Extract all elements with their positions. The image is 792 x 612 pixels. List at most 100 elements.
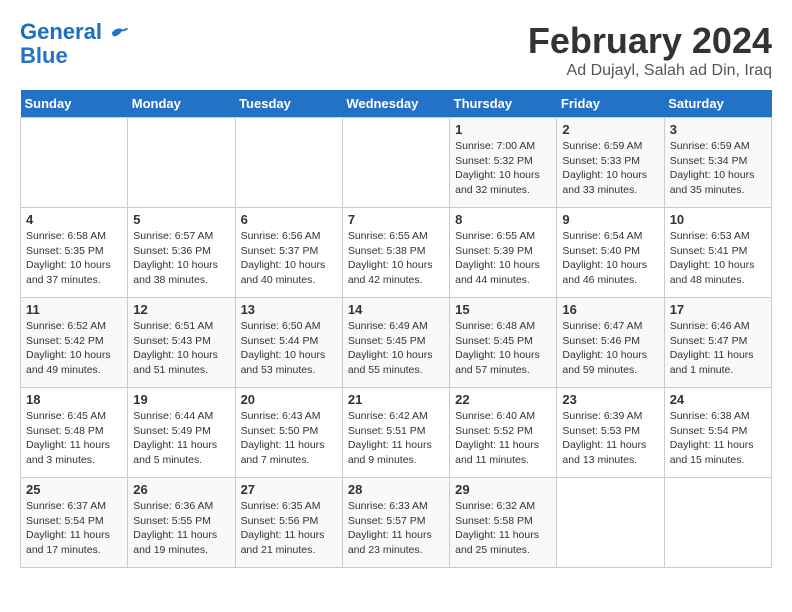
calendar-cell-w1-d5: 1 Sunrise: 7:00 AM Sunset: 5:32 PM Daylig… — [450, 118, 557, 208]
day-number: 9 — [562, 212, 658, 227]
weekday-header-tuesday: Tuesday — [235, 90, 342, 118]
calendar-cell-w5-d5: 29 Sunrise: 6:32 AM Sunset: 5:58 PM Dayli… — [450, 478, 557, 568]
day-number: 12 — [133, 302, 229, 317]
weekday-header-thursday: Thursday — [450, 90, 557, 118]
day-number: 27 — [241, 482, 337, 497]
day-number: 2 — [562, 122, 658, 137]
calendar-cell-w1-d1 — [21, 118, 128, 208]
calendar-week-3: 11 Sunrise: 6:52 AM Sunset: 5:42 PM Dayli… — [21, 298, 772, 388]
calendar-cell-w5-d2: 26Sunrise: 6:36 AM Sunset: 5:55 PM Dayli… — [128, 478, 235, 568]
day-info: Sunrise: 6:50 AM Sunset: 5:44 PM Dayligh… — [241, 319, 337, 378]
calendar-body: 1 Sunrise: 7:00 AM Sunset: 5:32 PM Daylig… — [21, 118, 772, 568]
calendar-cell-w4-d1: 18 Sunrise: 6:45 AM Sunset: 5:48 PM Dayli… — [21, 388, 128, 478]
calendar-week-4: 18 Sunrise: 6:45 AM Sunset: 5:48 PM Dayli… — [21, 388, 772, 478]
weekday-header-friday: Friday — [557, 90, 664, 118]
day-number: 23 — [562, 392, 658, 407]
day-info: Sunrise: 6:56 AM Sunset: 5:37 PM Dayligh… — [241, 229, 337, 288]
day-info: Sunrise: 6:37 AM Sunset: 5:54 PM Dayligh… — [26, 499, 122, 558]
day-info: Sunrise: 6:49 AM Sunset: 5:45 PM Dayligh… — [348, 319, 444, 378]
calendar-cell-w5-d3: 27Sunrise: 6:35 AM Sunset: 5:56 PM Dayli… — [235, 478, 342, 568]
day-info: Sunrise: 6:48 AM Sunset: 5:45 PM Dayligh… — [455, 319, 551, 378]
calendar-cell-w5-d7 — [664, 478, 771, 568]
day-info: Sunrise: 6:52 AM Sunset: 5:42 PM Dayligh… — [26, 319, 122, 378]
calendar-cell-w4-d4: 21 Sunrise: 6:42 AM Sunset: 5:51 PM Dayli… — [342, 388, 449, 478]
day-info: Sunrise: 6:53 AM Sunset: 5:41 PM Dayligh… — [670, 229, 766, 288]
calendar-cell-w4-d5: 22Sunrise: 6:40 AM Sunset: 5:52 PM Dayli… — [450, 388, 557, 478]
day-number: 20 — [241, 392, 337, 407]
day-number: 13 — [241, 302, 337, 317]
calendar-cell-w3-d7: 17Sunrise: 6:46 AM Sunset: 5:47 PM Dayli… — [664, 298, 771, 388]
day-number: 16 — [562, 302, 658, 317]
day-info: Sunrise: 6:59 AM Sunset: 5:33 PM Dayligh… — [562, 139, 658, 198]
title-block: February 2024 Ad Dujayl, Salah ad Din, I… — [528, 20, 772, 80]
day-info: Sunrise: 6:36 AM Sunset: 5:55 PM Dayligh… — [133, 499, 229, 558]
day-info: Sunrise: 6:39 AM Sunset: 5:53 PM Dayligh… — [562, 409, 658, 468]
day-number: 18 — [26, 392, 122, 407]
calendar-cell-w3-d1: 11 Sunrise: 6:52 AM Sunset: 5:42 PM Dayli… — [21, 298, 128, 388]
day-info: Sunrise: 6:45 AM Sunset: 5:48 PM Dayligh… — [26, 409, 122, 468]
day-info: Sunrise: 6:58 AM Sunset: 5:35 PM Dayligh… — [26, 229, 122, 288]
weekday-header-row: SundayMondayTuesdayWednesdayThursdayFrid… — [21, 90, 772, 118]
weekday-header-sunday: Sunday — [21, 90, 128, 118]
calendar-cell-w2-d5: 8 Sunrise: 6:55 AM Sunset: 5:39 PM Daylig… — [450, 208, 557, 298]
day-number: 22 — [455, 392, 551, 407]
day-info: Sunrise: 6:55 AM Sunset: 5:39 PM Dayligh… — [455, 229, 551, 288]
calendar-cell-w3-d2: 12 Sunrise: 6:51 AM Sunset: 5:43 PM Dayli… — [128, 298, 235, 388]
calendar-cell-w1-d2 — [128, 118, 235, 208]
calendar-cell-w1-d3 — [235, 118, 342, 208]
day-number: 3 — [670, 122, 766, 137]
logo-blue: Blue — [20, 43, 68, 68]
day-number: 29 — [455, 482, 551, 497]
day-info: Sunrise: 6:38 AM Sunset: 5:54 PM Dayligh… — [670, 409, 766, 468]
calendar-cell-w3-d3: 13 Sunrise: 6:50 AM Sunset: 5:44 PM Dayli… — [235, 298, 342, 388]
logo-bird-icon — [110, 23, 130, 43]
day-info: Sunrise: 7:00 AM Sunset: 5:32 PM Dayligh… — [455, 139, 551, 198]
calendar-cell-w1-d4 — [342, 118, 449, 208]
day-info: Sunrise: 6:54 AM Sunset: 5:40 PM Dayligh… — [562, 229, 658, 288]
calendar-cell-w5-d4: 28Sunrise: 6:33 AM Sunset: 5:57 PM Dayli… — [342, 478, 449, 568]
calendar-week-1: 1 Sunrise: 7:00 AM Sunset: 5:32 PM Daylig… — [21, 118, 772, 208]
day-number: 21 — [348, 392, 444, 407]
calendar-cell-w2-d2: 5Sunrise: 6:57 AM Sunset: 5:36 PM Daylig… — [128, 208, 235, 298]
calendar-cell-w4-d2: 19 Sunrise: 6:44 AM Sunset: 5:49 PM Dayli… — [128, 388, 235, 478]
day-info: Sunrise: 6:43 AM Sunset: 5:50 PM Dayligh… — [241, 409, 337, 468]
calendar-cell-w4-d7: 24Sunrise: 6:38 AM Sunset: 5:54 PM Dayli… — [664, 388, 771, 478]
day-number: 1 — [455, 122, 551, 137]
calendar-cell-w3-d6: 16 Sunrise: 6:47 AM Sunset: 5:46 PM Dayli… — [557, 298, 664, 388]
logo-general: General — [20, 19, 102, 44]
calendar-table: SundayMondayTuesdayWednesdayThursdayFrid… — [20, 90, 772, 568]
day-number: 6 — [241, 212, 337, 227]
day-info: Sunrise: 6:46 AM Sunset: 5:47 PM Dayligh… — [670, 319, 766, 378]
day-number: 19 — [133, 392, 229, 407]
weekday-header-saturday: Saturday — [664, 90, 771, 118]
day-info: Sunrise: 6:47 AM Sunset: 5:46 PM Dayligh… — [562, 319, 658, 378]
day-number: 5 — [133, 212, 229, 227]
day-number: 7 — [348, 212, 444, 227]
day-info: Sunrise: 6:42 AM Sunset: 5:51 PM Dayligh… — [348, 409, 444, 468]
calendar-cell-w2-d6: 9 Sunrise: 6:54 AM Sunset: 5:40 PM Daylig… — [557, 208, 664, 298]
day-number: 10 — [670, 212, 766, 227]
page-subtitle: Ad Dujayl, Salah ad Din, Iraq — [528, 62, 772, 80]
weekday-header-wednesday: Wednesday — [342, 90, 449, 118]
day-info: Sunrise: 6:51 AM Sunset: 5:43 PM Dayligh… — [133, 319, 229, 378]
calendar-cell-w5-d1: 25Sunrise: 6:37 AM Sunset: 5:54 PM Dayli… — [21, 478, 128, 568]
logo: General Blue — [20, 20, 130, 68]
day-number: 4 — [26, 212, 122, 227]
calendar-cell-w2-d4: 7 Sunrise: 6:55 AM Sunset: 5:38 PM Daylig… — [342, 208, 449, 298]
day-number: 11 — [26, 302, 122, 317]
day-info: Sunrise: 6:59 AM Sunset: 5:34 PM Dayligh… — [670, 139, 766, 198]
calendar-week-2: 4 Sunrise: 6:58 AM Sunset: 5:35 PM Daylig… — [21, 208, 772, 298]
day-info: Sunrise: 6:55 AM Sunset: 5:38 PM Dayligh… — [348, 229, 444, 288]
day-info: Sunrise: 6:44 AM Sunset: 5:49 PM Dayligh… — [133, 409, 229, 468]
calendar-cell-w2-d3: 6 Sunrise: 6:56 AM Sunset: 5:37 PM Daylig… — [235, 208, 342, 298]
calendar-cell-w1-d6: 2 Sunrise: 6:59 AM Sunset: 5:33 PM Daylig… — [557, 118, 664, 208]
day-info: Sunrise: 6:32 AM Sunset: 5:58 PM Dayligh… — [455, 499, 551, 558]
calendar-week-5: 25Sunrise: 6:37 AM Sunset: 5:54 PM Dayli… — [21, 478, 772, 568]
page-header: General Blue February 2024 Ad Dujayl, Sa… — [20, 20, 772, 80]
page-title: February 2024 — [528, 20, 772, 62]
day-number: 8 — [455, 212, 551, 227]
calendar-cell-w2-d7: 10 Sunrise: 6:53 AM Sunset: 5:41 PM Dayli… — [664, 208, 771, 298]
calendar-cell-w5-d6 — [557, 478, 664, 568]
day-number: 28 — [348, 482, 444, 497]
calendar-cell-w4-d3: 20 Sunrise: 6:43 AM Sunset: 5:50 PM Dayli… — [235, 388, 342, 478]
